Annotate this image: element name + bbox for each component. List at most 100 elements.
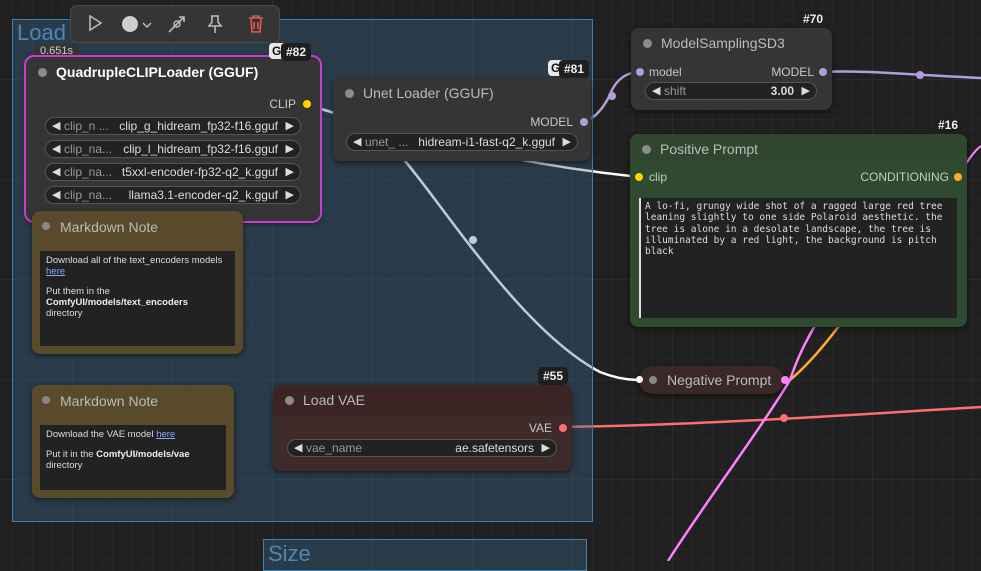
conditioning-output-label: CONDITIONING [860, 170, 949, 184]
clip-widget-1[interactable]: ◀ clip_n ... clip_g_hidream_fp32-f16.ggu… [45, 117, 301, 135]
model-output-slot[interactable] [819, 68, 827, 76]
conditioning-output-slot[interactable] [781, 376, 789, 384]
markdown-note-text-encoders[interactable]: Markdown Note Download all of the text_e… [32, 211, 243, 354]
conditioning-wire-neg-up [788, 319, 820, 381]
markdown-text: Put them in the [46, 286, 110, 297]
increment-arrow[interactable]: ▶ [563, 135, 571, 148]
group-title: Load [17, 20, 66, 45]
markdown-body: Download the VAE model here Put it in th… [40, 425, 226, 490]
model-input-slot[interactable] [636, 68, 644, 76]
widget-name: shift [664, 84, 687, 98]
increment-arrow[interactable]: ▶ [802, 84, 810, 97]
widget-value: t5xxl-encoder-fp32-q2_k.gguf [121, 165, 278, 179]
model-output-label: MODEL [530, 115, 573, 129]
clip-widget-4[interactable]: ◀ clip_na... llama3.1-encoder-q2_k.gguf … [45, 186, 301, 204]
node-title: ModelSamplingSD3 [661, 35, 785, 51]
conditioning-output-slot[interactable] [954, 173, 962, 181]
decrement-arrow[interactable]: ◀ [652, 84, 660, 97]
unet-name-widget[interactable]: ◀ unet_ ... hidream-i1-fast-q2_k.gguf ▶ [346, 133, 578, 151]
widget-name: clip_n ... [64, 119, 109, 133]
widget-name: vae_name [306, 441, 363, 455]
collapse-dot[interactable] [42, 396, 50, 404]
collapse-dot[interactable] [285, 396, 294, 405]
markdown-text: Download all of the text_encoders models [46, 255, 223, 266]
node-id-badge: #16 [933, 116, 964, 134]
decrement-arrow[interactable]: ◀ [52, 165, 60, 178]
increment-arrow[interactable]: ▶ [286, 119, 294, 132]
increment-arrow[interactable]: ▶ [542, 441, 550, 454]
node-header[interactable]: Load VAE [273, 385, 572, 415]
group-size[interactable]: Size [263, 539, 587, 571]
increment-arrow[interactable]: ▶ [286, 142, 294, 155]
chevron-down-icon[interactable] [142, 17, 152, 35]
node-title: Load VAE [303, 392, 366, 408]
node-header[interactable]: Positive Prompt [630, 134, 967, 164]
wire-midpoint [608, 92, 616, 100]
collapse-dot[interactable] [642, 145, 651, 154]
group-title: Size [268, 541, 311, 566]
node-header[interactable]: ModelSamplingSD3 [631, 28, 832, 58]
color-circle-icon[interactable] [121, 15, 139, 38]
wire-midpoint [780, 414, 788, 422]
decrement-arrow[interactable]: ◀ [52, 188, 60, 201]
clip-input-slot[interactable] [636, 376, 643, 383]
markdown-text: directory [46, 308, 83, 319]
vae-output-slot[interactable] [559, 424, 567, 432]
node-id-badge: #82 [281, 43, 312, 61]
node-title: Markdown Note [60, 393, 159, 409]
clip-output-label: CLIP [269, 97, 296, 111]
increment-arrow[interactable]: ▶ [286, 165, 294, 178]
clip-output-slot[interactable] [303, 100, 311, 108]
model-wire-out [821, 70, 981, 80]
node-title: QuadrupleCLIPLoader (GGUF) [56, 64, 259, 80]
markdown-link[interactable]: here [46, 266, 65, 277]
collapse-dot[interactable] [38, 68, 47, 77]
collapse-dot[interactable] [643, 39, 652, 48]
widget-value: ae.safetensors [455, 441, 534, 455]
shift-widget[interactable]: ◀ shift 3.00 ▶ [645, 82, 817, 100]
model-output-label: MODEL [771, 65, 814, 79]
prompt-textarea[interactable]: A lo-fi, grungy wide shot of a ragged la… [639, 198, 957, 318]
negative-prompt-node[interactable]: Negative Prompt [636, 366, 789, 394]
markdown-text: Put it in the [46, 449, 94, 460]
decrement-arrow[interactable]: ◀ [52, 142, 60, 155]
clip-input-slot[interactable] [635, 173, 643, 181]
node-header[interactable]: QuadrupleCLIPLoader (GGUF) [26, 57, 320, 87]
vae-name-widget[interactable]: ◀ vae_name ae.safetensors ▶ [287, 439, 557, 457]
collapse-dot[interactable] [345, 89, 354, 98]
model-output-slot[interactable] [580, 118, 588, 126]
bypass-icon[interactable] [167, 14, 187, 39]
load-vae-node[interactable]: Load VAE VAE ◀ vae_name ae.safetensors ▶ [273, 385, 572, 471]
widget-value: 3.00 [770, 84, 794, 98]
unet-loader-node[interactable]: Unet Loader (GGUF) MODEL ◀ unet_ ... hid… [333, 78, 591, 161]
widget-value: clip_l_hidream_fp32-f16.gguf [123, 142, 278, 156]
clip-widget-2[interactable]: ◀ clip_na... clip_l_hidream_fp32-f16.ggu… [45, 140, 301, 158]
node-title: Positive Prompt [660, 141, 759, 157]
widget-value: clip_g_hidream_fp32-f16.gguf [119, 119, 278, 133]
clip-widget-3[interactable]: ◀ clip_na... t5xxl-encoder-fp32-q2_k.ggu… [45, 163, 301, 181]
increment-arrow[interactable]: ▶ [286, 188, 294, 201]
markdown-note-vae[interactable]: Markdown Note Download the VAE model her… [32, 385, 234, 498]
widget-value: hidream-i1-fast-q2_k.gguf [418, 135, 555, 149]
collapse-dot[interactable] [649, 376, 657, 384]
decrement-arrow[interactable]: ◀ [52, 119, 60, 132]
markdown-bold-path: ComfyUI/models/vae [96, 449, 190, 460]
collapse-dot[interactable] [42, 222, 50, 230]
markdown-link[interactable]: here [156, 429, 175, 440]
markdown-bold-path: ComfyUI/models/text_encoders [46, 297, 189, 308]
pin-icon[interactable] [206, 14, 224, 39]
decrement-arrow[interactable]: ◀ [294, 441, 302, 454]
wire-midpoint [916, 71, 924, 79]
node-id-badge: #70 [798, 10, 829, 28]
quadruple-clip-loader-node[interactable]: QuadrupleCLIPLoader (GGUF) CLIP ◀ clip_n… [24, 55, 322, 223]
decrement-arrow[interactable]: ◀ [353, 135, 361, 148]
widget-name: unet_ ... [365, 135, 409, 149]
node-title: Markdown Note [60, 219, 159, 235]
model-sampling-sd3-node[interactable]: ModelSamplingSD3 model MODEL ◀ shift 3.0… [631, 28, 832, 110]
node-header[interactable]: Unet Loader (GGUF) [333, 78, 591, 108]
play-icon[interactable] [86, 14, 104, 37]
markdown-text: Download the VAE model [46, 429, 154, 440]
node-toolbar [70, 5, 280, 43]
positive-prompt-node[interactable]: Positive Prompt clip CONDITIONING A lo-f… [630, 134, 967, 327]
trash-icon[interactable] [247, 14, 265, 39]
